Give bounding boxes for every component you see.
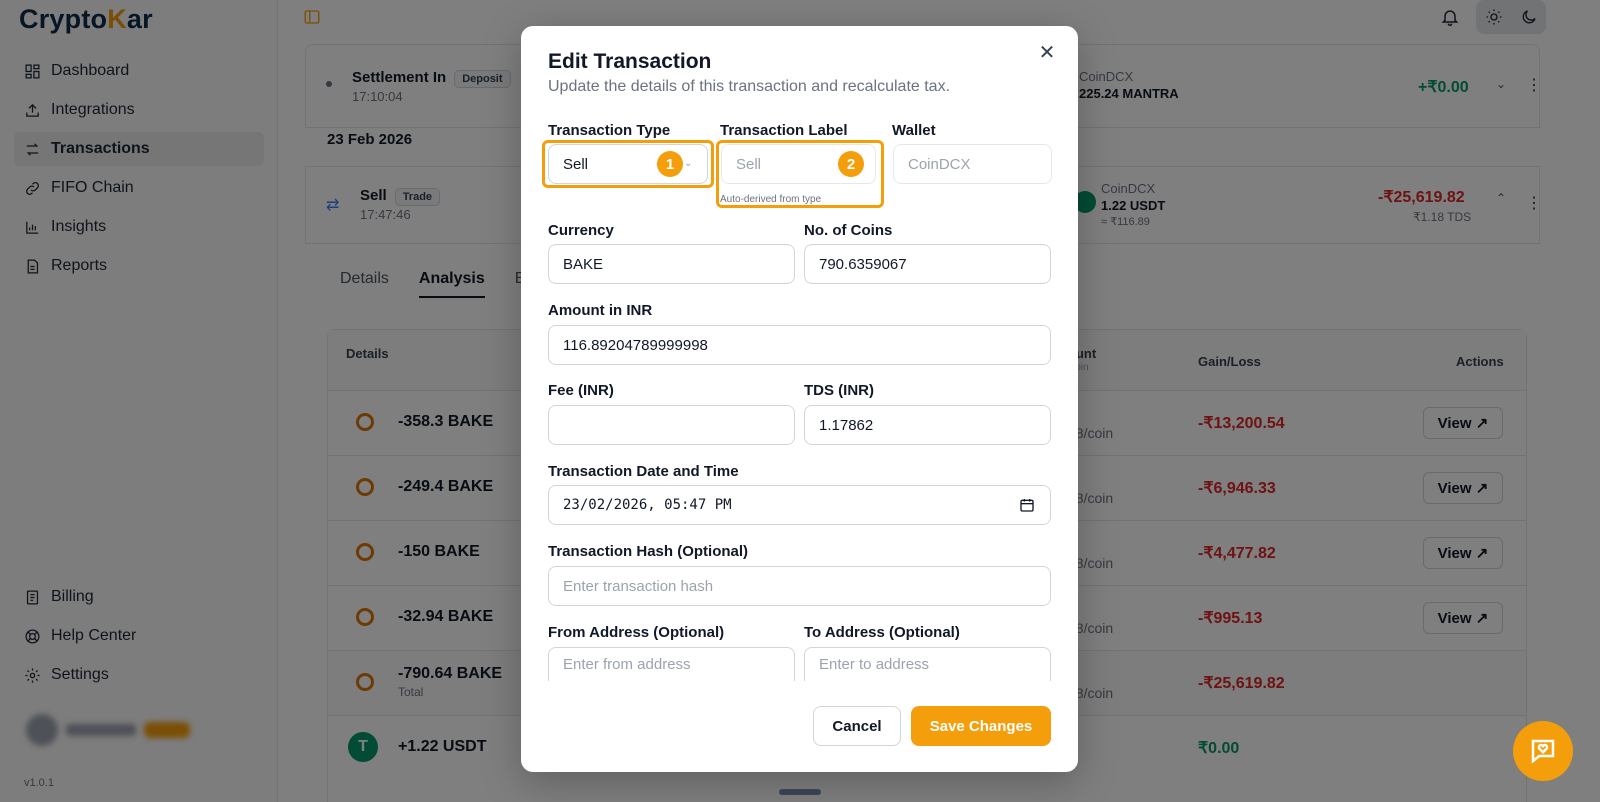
- transaction-label-label: Transaction Label: [720, 122, 848, 139]
- from-address-placeholder: Enter from address: [563, 656, 691, 673]
- fee-label: Fee (INR): [548, 382, 614, 399]
- step-badge-2: 2: [838, 151, 864, 177]
- datetime-input[interactable]: 23/02/2026, 05:47 PM: [548, 485, 1051, 525]
- save-changes-button[interactable]: Save Changes: [911, 706, 1051, 746]
- hash-input[interactable]: Enter transaction hash: [548, 566, 1051, 606]
- amount-inr-value: 116.89204789999998: [563, 336, 708, 354]
- edit-transaction-modal: ✕ Edit Transaction Update the details of…: [521, 26, 1078, 772]
- cancel-button-label: Cancel: [832, 717, 882, 735]
- datetime-label: Transaction Date and Time: [548, 463, 739, 480]
- step-badge-1: 1: [657, 151, 683, 177]
- transaction-type-label: Transaction Type: [548, 122, 671, 139]
- save-button-label: Save Changes: [929, 717, 1033, 735]
- to-address-placeholder: Enter to address: [819, 656, 930, 673]
- currency-label: Currency: [548, 222, 614, 239]
- close-icon[interactable]: ✕: [1036, 42, 1058, 64]
- modal-title: Edit Transaction: [548, 50, 712, 73]
- tds-value: 1.17862: [819, 416, 874, 434]
- modal-description: Update the details of this transaction a…: [548, 78, 951, 95]
- coins-value: 790.6359067: [819, 255, 907, 273]
- fee-input[interactable]: [548, 405, 795, 445]
- amount-inr-input[interactable]: 116.89204789999998: [548, 325, 1051, 365]
- tds-input[interactable]: 1.17862: [804, 405, 1051, 445]
- hash-label: Transaction Hash (Optional): [548, 543, 749, 560]
- currency-value: BAKE: [563, 255, 604, 273]
- from-address-label: From Address (Optional): [548, 624, 725, 641]
- wallet-value: CoinDCX: [908, 155, 971, 173]
- calendar-icon[interactable]: [1019, 497, 1035, 513]
- amount-inr-label: Amount in INR: [548, 302, 653, 319]
- scroll-handle[interactable]: [779, 789, 821, 795]
- tds-label: TDS (INR): [804, 382, 874, 399]
- hash-placeholder: Enter transaction hash: [563, 577, 714, 595]
- wallet-label: Wallet: [892, 122, 936, 139]
- highlight-box-1: [542, 140, 714, 188]
- chat-support-button[interactable]: [1513, 721, 1573, 781]
- to-address-input[interactable]: Enter to address: [804, 647, 1051, 681]
- wallet-input[interactable]: CoinDCX: [893, 144, 1052, 184]
- currency-input[interactable]: BAKE: [548, 244, 795, 284]
- cancel-button[interactable]: Cancel: [813, 706, 901, 746]
- from-address-input[interactable]: Enter from address: [548, 647, 795, 681]
- datetime-value: 23/02/2026, 05:47 PM: [563, 497, 732, 513]
- coins-label: No. of Coins: [804, 222, 893, 239]
- coins-input[interactable]: 790.6359067: [804, 244, 1051, 284]
- chat-heart-icon: [1531, 739, 1555, 764]
- to-address-label: To Address (Optional): [804, 624, 960, 641]
